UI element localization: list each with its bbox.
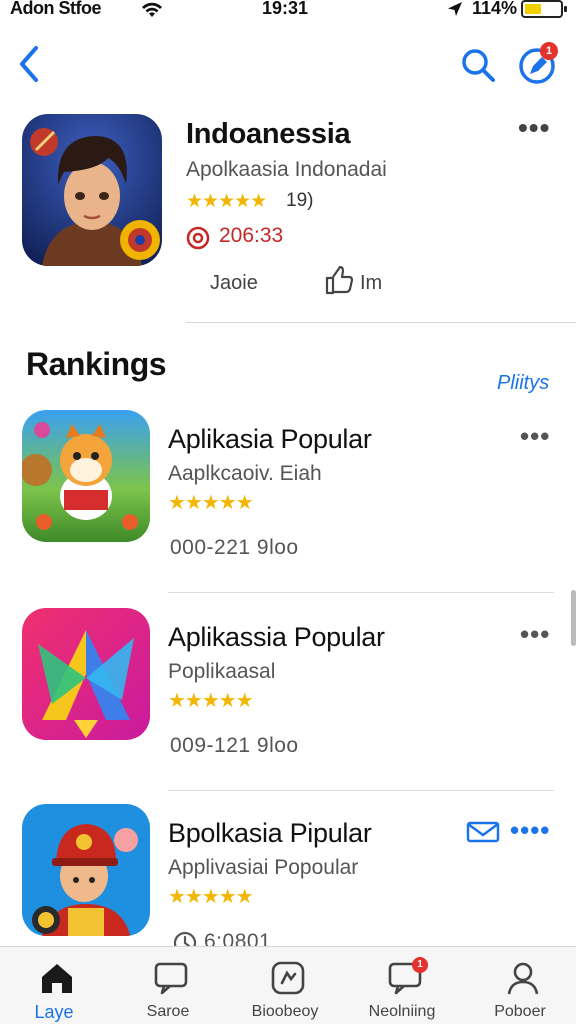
ranking-item[interactable]: Bpolkasia Pipular Applivasiai Popoular ★… <box>0 804 576 955</box>
tab-label: Neolniing <box>368 1003 436 1020</box>
app-stars: ★★★★★ <box>168 886 254 908</box>
cartoon-mascot-icon <box>22 410 150 542</box>
divider <box>186 322 576 323</box>
app-subtitle: Poplikaasal <box>168 660 276 683</box>
tab-games[interactable]: Bioobeoy <box>235 947 335 1024</box>
profile-badge: 1 <box>540 42 558 60</box>
app-title[interactable]: Bpolkasia Pipular <box>168 818 372 849</box>
battery-percent: 114% <box>472 0 518 18</box>
rankings-heading: Rankings <box>26 346 167 382</box>
notification-badge: 1 <box>412 957 428 973</box>
tab-label: Saroe <box>146 1003 190 1020</box>
app-subtitle: Aaplkcaoiv. Eiah <box>168 462 322 485</box>
firefighter-character-icon <box>22 804 150 936</box>
app-subtitle: Applivasiai Popoular <box>168 856 359 879</box>
app-meta: 000-221 9loo <box>170 536 299 559</box>
clock-time: 19:31 <box>262 0 309 18</box>
featured-more-button[interactable]: ••• <box>518 114 550 142</box>
ranking-item[interactable]: Aplikassia Popular Poplikaasal ★★★★★ 009… <box>0 608 576 791</box>
more-button[interactable]: ••• <box>520 423 550 449</box>
app-icon[interactable] <box>22 608 150 740</box>
back-chevron-icon[interactable] <box>16 44 42 84</box>
tab-label: Bioobeoy <box>251 1003 319 1020</box>
location-arrow-icon <box>448 2 462 16</box>
chat-icon <box>154 962 188 995</box>
tab-label: Laye <box>34 1002 74 1022</box>
app-icon[interactable] <box>22 804 150 936</box>
scrollbar[interactable] <box>571 590 576 646</box>
person-icon <box>507 962 539 995</box>
home-icon <box>42 964 72 993</box>
game-character-icon <box>22 114 162 266</box>
featured-app-title[interactable]: Indoanessia <box>186 118 351 151</box>
games-icon <box>271 961 305 995</box>
profile-edit-button[interactable]: 1 <box>518 42 558 84</box>
app-stars: ★★★★★ <box>168 690 254 712</box>
battery-icon <box>521 0 567 18</box>
divider <box>168 592 554 593</box>
tab-bar: Laye Saroe Bioobeoy 1 Neolniing Poboer <box>0 946 576 1024</box>
app-stars: ★★★★★ <box>168 492 254 514</box>
tab-home[interactable]: Laye <box>4 947 104 1024</box>
tab-messages[interactable]: Saroe <box>118 947 218 1024</box>
downloads-icon <box>186 226 210 250</box>
status-bar: Adon Stfoe 19:31 114% <box>0 0 576 20</box>
more-button[interactable]: ••• <box>520 621 550 647</box>
featured-app-icon[interactable] <box>22 114 162 266</box>
app-title[interactable]: Aplikasia Popular <box>168 424 372 455</box>
app-meta: 009-121 9loo <box>170 734 299 757</box>
featured-app-downloads: 206:33 <box>219 224 284 247</box>
tab-profile[interactable]: Poboer <box>470 947 570 1024</box>
rankings-see-all-link[interactable]: Pliitys <box>497 372 549 395</box>
app-title[interactable]: Aplikassia Popular <box>168 622 385 653</box>
tab-label: Poboer <box>494 1003 546 1020</box>
app-icon[interactable] <box>22 410 150 542</box>
search-icon[interactable] <box>459 46 497 84</box>
carrier-label: Adon Stfoe <box>10 0 102 18</box>
featured-app-stars: ★★★★★ <box>186 191 267 212</box>
featured-share-button[interactable]: Jaoie <box>210 272 258 295</box>
featured-app-rating-count: 19) <box>286 190 314 211</box>
wifi-icon <box>142 2 162 17</box>
featured-like-label[interactable]: Im <box>360 272 382 295</box>
mail-icon[interactable] <box>466 820 500 844</box>
more-button[interactable]: •••• <box>510 817 550 843</box>
abstract-logo-icon <box>22 608 150 740</box>
featured-app-subtitle: Apolkaasia Indonadai <box>186 158 387 181</box>
divider <box>168 790 554 791</box>
tab-notifications[interactable]: 1 Neolniing <box>352 947 452 1024</box>
ranking-item[interactable]: Aplikasia Popular Aaplkcaoiv. Eiah ★★★★★… <box>0 410 576 593</box>
thumbs-up-icon[interactable] <box>324 264 354 296</box>
